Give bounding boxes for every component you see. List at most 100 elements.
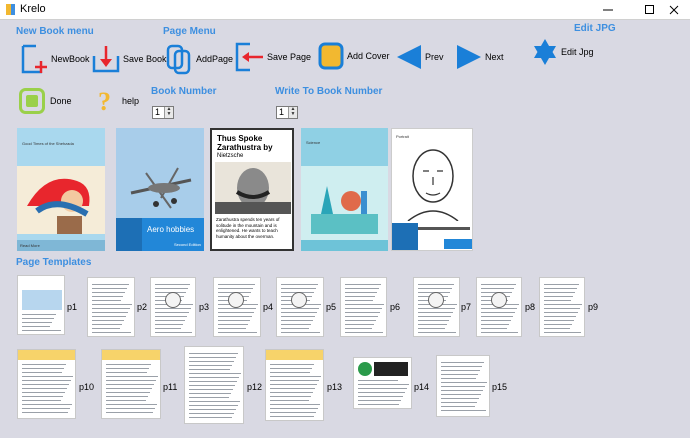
- page-template-label: p15: [492, 382, 508, 392]
- cover-1-heading: Good Times of the Shehzada: [22, 141, 74, 146]
- prev-arrow-icon: [397, 45, 421, 69]
- page-template-10[interactable]: [17, 349, 76, 419]
- done-label: Done: [50, 96, 72, 106]
- next-button[interactable]: Next: [456, 44, 504, 70]
- page-template-11[interactable]: [101, 349, 161, 419]
- book-number-value: 1: [155, 107, 161, 117]
- next-label: Next: [485, 52, 504, 62]
- cover-4-heading: Science: [306, 140, 321, 145]
- help-label: help: [122, 96, 140, 106]
- page-template-7[interactable]: [413, 277, 460, 337]
- cover-3-author: Nietzsche: [217, 153, 244, 159]
- maximize-icon: [645, 4, 654, 14]
- close-icon: [669, 5, 679, 14]
- cover-2-heading: Aero hobbies: [147, 225, 195, 234]
- next-arrow-icon: [457, 45, 481, 69]
- page-template-2[interactable]: [87, 277, 135, 337]
- book-number-arrows[interactable]: ▲ ▼: [164, 107, 173, 118]
- spin-down-icon: ▼: [166, 111, 172, 117]
- add-cover-label: Add Cover: [347, 51, 390, 61]
- close-button[interactable]: [658, 0, 690, 19]
- page-template-label: p1: [67, 302, 78, 312]
- science-illustration: [311, 186, 378, 234]
- page-template-12[interactable]: [184, 346, 244, 424]
- cover-1-illustration: [17, 166, 105, 234]
- page-menu-label: Page Menu: [163, 26, 216, 37]
- cover-5-heading: Portrait: [396, 134, 409, 139]
- edit-jpg-text: Edit Jpg: [561, 47, 594, 57]
- cover-2-sub: Second Edition: [174, 242, 201, 247]
- page-template-14[interactable]: [353, 357, 412, 409]
- page-template-label: p4: [263, 302, 274, 312]
- page-template-label: p14: [414, 382, 430, 392]
- save-page-label: Save Page: [267, 52, 312, 62]
- add-cover-icon: [318, 42, 344, 70]
- write-to-book-number-spinner[interactable]: 1 ▲ ▼: [276, 106, 298, 119]
- save-page-button[interactable]: Save Page: [234, 41, 311, 73]
- window-title: Krelo: [20, 3, 46, 15]
- page-template-5[interactable]: [276, 277, 324, 337]
- page-template-9[interactable]: [539, 277, 585, 337]
- star-of-david-icon: [534, 39, 556, 65]
- page-template-15[interactable]: [436, 355, 490, 417]
- portrait-illustration: [215, 162, 291, 214]
- page-template-label: p11: [163, 382, 178, 392]
- page-template-label: p5: [326, 302, 337, 312]
- airplane-illustration: [116, 128, 204, 218]
- book-cover-3[interactable]: Thus Spoke Zarathustra by Nietzsche Zara…: [210, 128, 294, 251]
- write-to-book-number-arrows[interactable]: ▲ ▼: [288, 107, 297, 118]
- cover-3-title: Thus Spoke Zarathustra by: [217, 134, 273, 152]
- write-to-book-number-label: Write To Book Number: [275, 86, 383, 97]
- page-template-label: p12: [247, 382, 263, 392]
- page-template-label: p2: [137, 302, 148, 312]
- spin-down-icon: ▼: [290, 111, 296, 117]
- page-template-label: p7: [461, 302, 472, 312]
- prev-button[interactable]: Prev: [396, 44, 444, 70]
- new-book-button[interactable]: NewBook: [20, 42, 90, 76]
- sketch-portrait-illustration: [407, 149, 459, 221]
- page-template-13[interactable]: [265, 349, 324, 421]
- add-cover-button[interactable]: Add Cover: [318, 42, 390, 70]
- page-template-4[interactable]: [213, 277, 261, 337]
- edit-jpg-button[interactable]: Edit Jpg: [532, 38, 594, 66]
- new-book-icon: [21, 44, 47, 74]
- done-button[interactable]: Done: [19, 88, 72, 114]
- app-icon: [6, 4, 15, 15]
- svg-text:?: ?: [98, 88, 111, 114]
- done-icon: [19, 88, 45, 114]
- page-template-label: p13: [327, 382, 343, 392]
- new-book-menu-label: New Book menu: [16, 26, 94, 37]
- prev-label: Prev: [425, 52, 444, 62]
- save-page-icon: [235, 42, 263, 72]
- page-template-6[interactable]: [340, 277, 387, 337]
- book-cover-2[interactable]: Aero hobbies Second Edition: [116, 128, 204, 251]
- add-page-label: AddPage: [196, 54, 234, 64]
- book-cover-5[interactable]: Portrait: [391, 128, 473, 251]
- page-template-label: p8: [525, 302, 536, 312]
- cover-1-footer: Read More: [17, 240, 105, 251]
- page-template-label: p6: [390, 302, 401, 312]
- cover-3-blurb: Zarathustra spends ten years of solitude…: [216, 217, 280, 239]
- book-cover-4[interactable]: Science: [301, 128, 388, 251]
- save-book-icon: [92, 46, 120, 73]
- title-bar: Krelo: [0, 0, 690, 20]
- page-template-label: p9: [588, 302, 599, 312]
- help-button[interactable]: ? help: [96, 88, 139, 114]
- page-template-8[interactable]: [476, 277, 522, 337]
- minimize-icon: [603, 9, 613, 10]
- write-to-book-number-value: 1: [279, 107, 285, 117]
- minimize-button[interactable]: [592, 0, 624, 19]
- add-page-icon: [166, 44, 191, 75]
- add-page-button[interactable]: AddPage: [165, 43, 233, 75]
- book-number-label: Book Number: [151, 86, 217, 97]
- page-template-label: p3: [199, 302, 210, 312]
- book-cover-1[interactable]: Good Times of the Shehzada Read More: [17, 128, 105, 251]
- save-book-button[interactable]: Save Book: [92, 44, 167, 74]
- page-templates-label: Page Templates: [16, 257, 92, 268]
- book-number-spinner[interactable]: 1 ▲ ▼: [152, 106, 174, 119]
- page-template-1[interactable]: [17, 275, 65, 335]
- save-book-label: Save Book: [123, 54, 167, 64]
- page-template-3[interactable]: [150, 277, 196, 337]
- new-book-label: NewBook: [51, 54, 90, 64]
- edit-jpg-label: Edit JPG: [574, 23, 616, 34]
